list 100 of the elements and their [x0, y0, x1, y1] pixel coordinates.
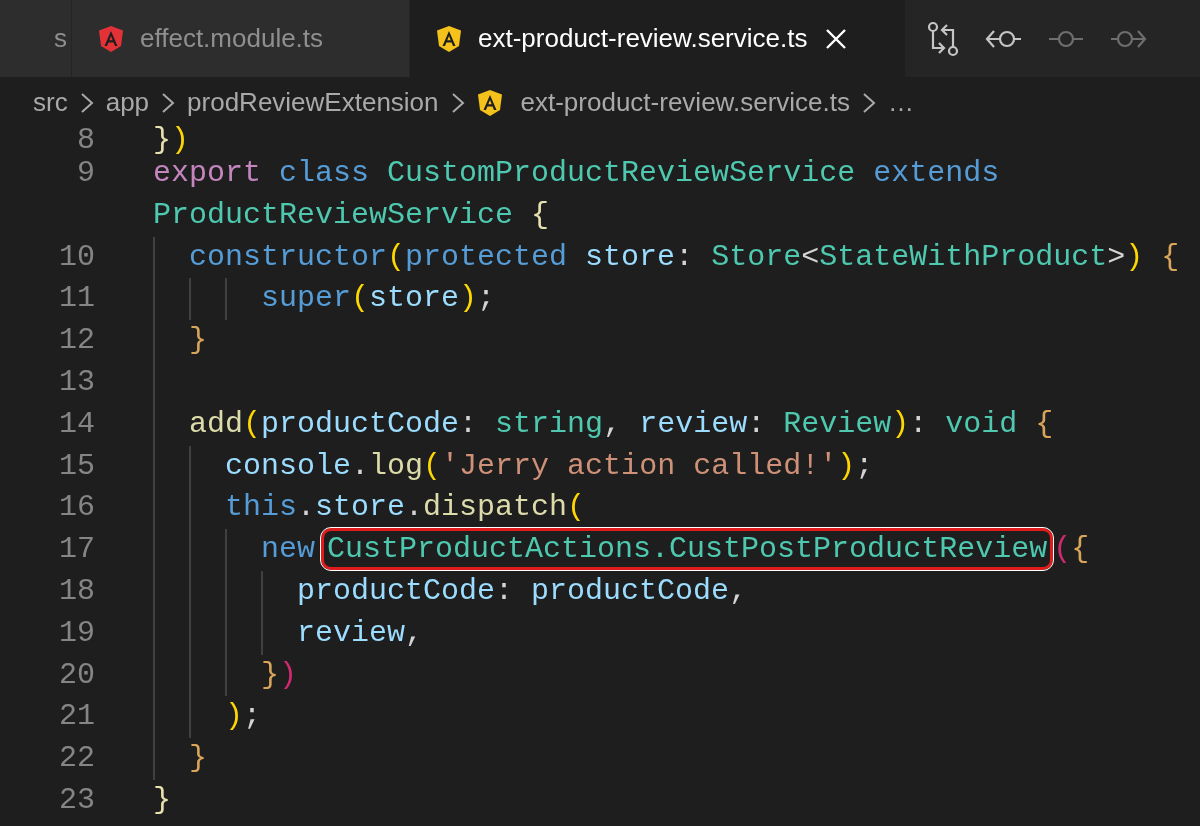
code-token: }: [260, 657, 280, 692]
line-number: 21: [59, 699, 95, 734]
code-token: {: [530, 197, 550, 232]
code-token: constructor: [188, 239, 388, 274]
line-number: 23: [59, 782, 95, 817]
code-token: (: [387, 239, 406, 274]
code-token: >: [1107, 239, 1126, 274]
code-token: protected: [405, 239, 568, 274]
code-token: }: [188, 323, 207, 358]
chevron-right-icon: [161, 91, 176, 114]
code-token: store: [369, 281, 460, 316]
code-token: {: [1071, 532, 1090, 567]
code-token: (: [567, 490, 586, 525]
code-token: review: [639, 406, 748, 441]
code-token: 'Jerry action called!': [441, 448, 838, 483]
code-token: store: [315, 490, 406, 525]
code-token: (: [351, 281, 370, 316]
line-number: 14: [59, 406, 95, 441]
close-icon[interactable]: [825, 27, 848, 50]
code-token: .: [405, 490, 424, 525]
code-token: console: [224, 448, 352, 483]
code-token: :: [909, 406, 929, 441]
code-token: add: [188, 406, 243, 441]
code-token: productCode: [261, 406, 460, 441]
tab-label: s: [54, 22, 67, 55]
code-token: productCode: [531, 573, 730, 608]
code-token: :: [495, 573, 515, 608]
code-token: }: [153, 782, 171, 817]
code-token: ;: [243, 699, 262, 734]
chevron-right-icon: [79, 91, 94, 114]
line-number: 10: [59, 239, 95, 274]
code-token: Store: [711, 239, 802, 274]
line-number: 18: [59, 573, 95, 608]
code-token: ): [1125, 239, 1144, 274]
breadcrumb-item[interactable]: …: [888, 83, 914, 122]
code-token: ,: [729, 573, 748, 608]
code-token: void: [945, 406, 1018, 441]
line-number: 13: [59, 365, 95, 399]
code-token: this: [224, 490, 298, 525]
breadcrumb-item[interactable]: ext-product-review.service.ts: [520, 83, 850, 122]
code-token: :: [747, 406, 767, 441]
line-number: 22: [59, 741, 95, 776]
highlighted-code: CustProductActions.CustPostProductReview: [321, 528, 1054, 571]
code-token: review: [296, 615, 406, 650]
code-token: ProductReviewService: [153, 197, 514, 232]
breadcrumb-item[interactable]: app: [105, 83, 150, 122]
line-number: 11: [59, 281, 95, 316]
code-token: (: [243, 406, 262, 441]
code-token: super: [260, 281, 352, 316]
editor-tab[interactable]: ext-product-review.service.ts: [410, 0, 905, 77]
breadcrumb-item[interactable]: prodReviewExtension: [187, 83, 439, 122]
chevron-right-icon: [450, 91, 465, 114]
editor-tab[interactable]: s: [0, 0, 72, 77]
code-token: :: [459, 406, 479, 441]
line-number: 19: [59, 615, 95, 650]
code-token: }: [188, 741, 207, 776]
code-token: ): [171, 123, 190, 157]
code-token: dispatch: [423, 490, 568, 525]
code-token: {: [1034, 406, 1054, 441]
line-number: 20: [59, 657, 95, 692]
code-token: StateWithProduct: [819, 239, 1108, 274]
code-token: (: [423, 448, 442, 483]
code-token: <: [801, 239, 820, 274]
code-token: ): [279, 657, 298, 692]
code-token: .: [351, 448, 370, 483]
code-token: export: [153, 156, 262, 190]
code-token: productCode: [296, 573, 496, 608]
code-token: store: [584, 239, 676, 274]
code-token: (: [1053, 532, 1072, 567]
code-token: CustomProductReviewService: [386, 156, 856, 190]
code-token: :: [675, 239, 695, 274]
code-token: class: [278, 156, 370, 190]
code-token: ): [891, 406, 910, 441]
code-token: ): [459, 281, 478, 316]
code-token: extends: [872, 156, 1000, 190]
code-token: string: [495, 406, 604, 441]
line-number: 8: [77, 123, 95, 157]
code-token: ;: [855, 448, 874, 483]
line-number: 17: [59, 532, 95, 567]
chevron-right-icon: [862, 91, 876, 114]
line-number: 15: [59, 448, 95, 483]
code-token: {: [1160, 239, 1180, 274]
tab-label: effect.module.ts: [140, 22, 324, 55]
compare-changes-icon[interactable]: [927, 20, 959, 57]
line-number: 16: [59, 490, 95, 525]
code-token: ,: [603, 406, 623, 441]
code-token: ,: [405, 615, 424, 650]
breadcrumb-item[interactable]: src: [33, 83, 68, 122]
code-token: Review: [783, 406, 892, 441]
code-token: }: [153, 123, 171, 157]
code-token: log: [369, 448, 424, 483]
line-number: 12: [59, 323, 95, 358]
code-token: ;: [477, 281, 496, 316]
tab-label: ext-product-review.service.ts: [478, 22, 808, 55]
code-token: .: [297, 490, 316, 525]
line-number: 9: [77, 156, 95, 190]
code-token: ): [837, 448, 856, 483]
code-token: ): [224, 699, 243, 734]
code-token: new: [260, 532, 317, 567]
editor-tab[interactable]: effect.module.ts: [72, 0, 410, 77]
